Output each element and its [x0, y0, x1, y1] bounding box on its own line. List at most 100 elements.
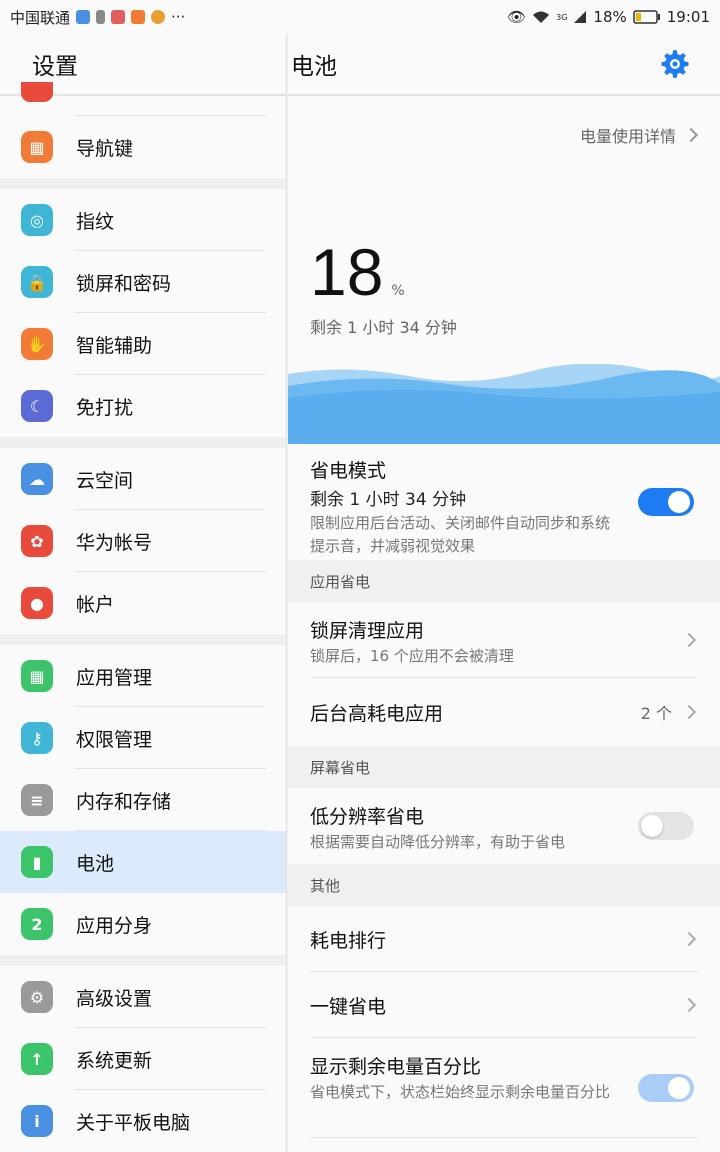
- sidebar-item[interactable]: ☁ 云空间: [0, 448, 286, 510]
- show-pct-toggle[interactable]: [638, 1074, 694, 1102]
- sidebar-item-label: 系统更新: [76, 1049, 153, 1072]
- moon-icon: ☾: [21, 390, 53, 422]
- chevron-right-icon: [683, 127, 699, 143]
- account-icon: ●: [21, 587, 53, 619]
- hand-icon: ✋: [21, 328, 53, 360]
- carrier-label: 中国联通: [10, 8, 71, 27]
- low-resolution-row[interactable]: 低分辨率省电 根据需要自动降低分辨率，有助于省电: [288, 788, 720, 864]
- one-key-saving-row[interactable]: 一键省电: [288, 972, 720, 1038]
- show-percentage-row[interactable]: 显示剩余电量百分比 省电模式下，状态栏始终显示剩余电量百分比: [288, 1038, 720, 1138]
- usage-ranking-row[interactable]: 耗电排行: [288, 906, 720, 972]
- show-pct-desc: 省电模式下，状态栏始终显示剩余电量百分比: [310, 1083, 611, 1101]
- info-icon: i: [21, 1105, 53, 1137]
- lock-clean-desc: 锁屏后，16 个应用不会被清理: [310, 647, 514, 665]
- huawei-icon: ✿: [21, 525, 53, 557]
- group-divider: [0, 955, 286, 966]
- chevron-right-icon: [681, 704, 697, 720]
- battery-wave-graphic: [288, 364, 720, 444]
- sidebar-item-label: 应用管理: [76, 666, 153, 689]
- update-icon: ↑: [21, 1043, 53, 1075]
- battery-panel: 电池 电量使用详情 18% 剩余 1 小时 34 分钟 省电模式 剩余 1 小时…: [288, 34, 720, 1152]
- battery-percent-value: 18: [310, 235, 384, 309]
- sidebar-item[interactable]: ▦ 导航键: [0, 116, 286, 178]
- sidebar-item[interactable]: ● 帐户: [0, 572, 286, 634]
- section-screen-saving: 屏幕省电: [288, 746, 720, 788]
- settings-list: ▦ 导航键 ◎ 指纹 🔒 锁屏和密码 ✋ 智能辅助 ☾ 免打扰 ☁ 云空间 ✿ 华为帐号 ● 帐户 ▦ 应用管理 ⚷…: [0, 116, 286, 1152]
- clock: 19:01: [666, 8, 710, 26]
- sidebar-item-label: 关于平板电脑: [76, 1111, 191, 1134]
- background-high-usage-row[interactable]: 后台高耗电应用 2 个: [288, 678, 720, 746]
- chevron-right-icon: [681, 931, 697, 947]
- sidebar-item-label: 高级设置: [76, 987, 153, 1010]
- sidebar-item-label: 电池: [76, 852, 115, 875]
- lock-clean-row[interactable]: 锁屏清理应用 锁屏后，16 个应用不会被清理: [288, 602, 720, 678]
- sidebar-item[interactable]: ≡ 内存和存储: [0, 769, 286, 831]
- sidebar-item[interactable]: ✋ 智能辅助: [0, 313, 286, 375]
- sidebar-item-label: 智能辅助: [76, 334, 153, 357]
- settings-sidebar: 设置 ▦ 导航键 ◎ 指纹 🔒 锁屏和密码 ✋ 智能辅助 ☾ 免打扰 ☁ 云空间 ✿ 华为帐号 ● 帐户 ▦ 应用…: [0, 34, 287, 1152]
- sidebar-item-label: 应用分身: [76, 914, 153, 937]
- sidebar-item[interactable]: ↑ 系统更新: [0, 1028, 286, 1090]
- sidebar-item[interactable]: ✿ 华为帐号: [0, 510, 286, 572]
- group-divider: [0, 178, 286, 189]
- bg-high-title: 后台高耗电应用: [310, 702, 444, 725]
- lock-icon: 🔒: [21, 266, 53, 298]
- sidebar-item[interactable]: 🔒 锁屏和密码: [0, 251, 286, 313]
- eye-icon: 👁: [507, 8, 527, 26]
- network-type: 3G: [556, 12, 568, 22]
- app-twin-icon: 2: [21, 908, 53, 940]
- gear-icon[interactable]: [660, 49, 690, 79]
- section-other: 其他: [288, 864, 720, 906]
- app-notification-icon: [76, 10, 91, 24]
- sidebar-item-label: 云空间: [76, 469, 134, 492]
- sidebar-item[interactable]: 2 应用分身: [0, 893, 286, 955]
- section-app-saving: 应用省电: [288, 560, 720, 602]
- battery-saver-icon: [96, 10, 106, 24]
- page-title: 电池: [291, 54, 337, 80]
- power-saving-toggle[interactable]: [638, 488, 694, 516]
- signal-icon: [574, 11, 587, 23]
- sidebar-item[interactable]: ⚷ 权限管理: [0, 707, 286, 769]
- power-saving-desc: 限制应用后台活动、关闭邮件自动同步和系统提示音，并减弱视觉效果: [310, 514, 611, 555]
- usage-details-link[interactable]: 电量使用详情: [288, 96, 720, 174]
- usage-ranking-title: 耗电排行: [310, 929, 387, 952]
- sidebar-item-label: 权限管理: [76, 728, 153, 751]
- scrolled-item-partial: [0, 82, 286, 116]
- sidebar-item-label: 免打扰: [76, 396, 134, 419]
- sidebar-item-label: 内存和存储: [76, 790, 172, 813]
- wifi-icon: [533, 11, 550, 23]
- show-pct-title: 显示剩余电量百分比: [310, 1056, 482, 1078]
- battery-level: 18% 剩余 1 小时 34 分钟: [288, 174, 720, 364]
- sidebar-item-label: 锁屏和密码: [76, 272, 172, 295]
- sidebar-item[interactable]: ☾ 免打扰: [0, 375, 286, 437]
- chevron-right-icon: [681, 997, 697, 1013]
- low-res-desc: 根据需要自动降低分辨率，有助于省电: [310, 833, 566, 851]
- more-notifications: ···: [171, 8, 186, 26]
- app-notification-icon: [111, 10, 126, 24]
- sidebar-item[interactable]: ▮ 电池: [0, 831, 286, 893]
- sidebar-item[interactable]: ⚙ 高级设置: [0, 966, 286, 1028]
- battery-icon: ▮: [21, 846, 53, 878]
- key-icon: ⚷: [21, 722, 53, 754]
- group-divider: [0, 437, 286, 448]
- power-saving-title: 省电模式: [310, 460, 387, 482]
- weibo-icon: [151, 10, 166, 24]
- sidebar-item[interactable]: ◎ 指纹: [0, 189, 286, 251]
- storage-icon: ≡: [21, 784, 53, 816]
- status-bar: 中国联通 ··· 👁 3G 18% 19:01: [0, 0, 720, 34]
- sidebar-item[interactable]: ▦ 应用管理: [0, 645, 286, 707]
- group-divider: [0, 634, 286, 645]
- battery-header: 电池: [288, 34, 720, 96]
- battery-icon: [633, 10, 660, 24]
- low-res-toggle[interactable]: [638, 812, 694, 840]
- percent-unit: %: [391, 283, 405, 299]
- power-saving-mode-row[interactable]: 省电模式 剩余 1 小时 34 分钟 限制应用后台活动、关闭邮件自动同步和系统提…: [288, 444, 720, 560]
- sidebar-item-label: 导航键: [76, 137, 134, 160]
- advanced-gear-icon: ⚙: [21, 981, 53, 1013]
- lock-clean-title: 锁屏清理应用: [310, 620, 425, 642]
- fingerprint-icon: ◎: [21, 204, 53, 236]
- sidebar-item[interactable]: i 关于平板电脑: [0, 1090, 286, 1152]
- battery-percent: 18%: [593, 8, 627, 26]
- one-key-saving-title: 一键省电: [310, 995, 387, 1018]
- apps-icon: ▦: [21, 660, 53, 692]
